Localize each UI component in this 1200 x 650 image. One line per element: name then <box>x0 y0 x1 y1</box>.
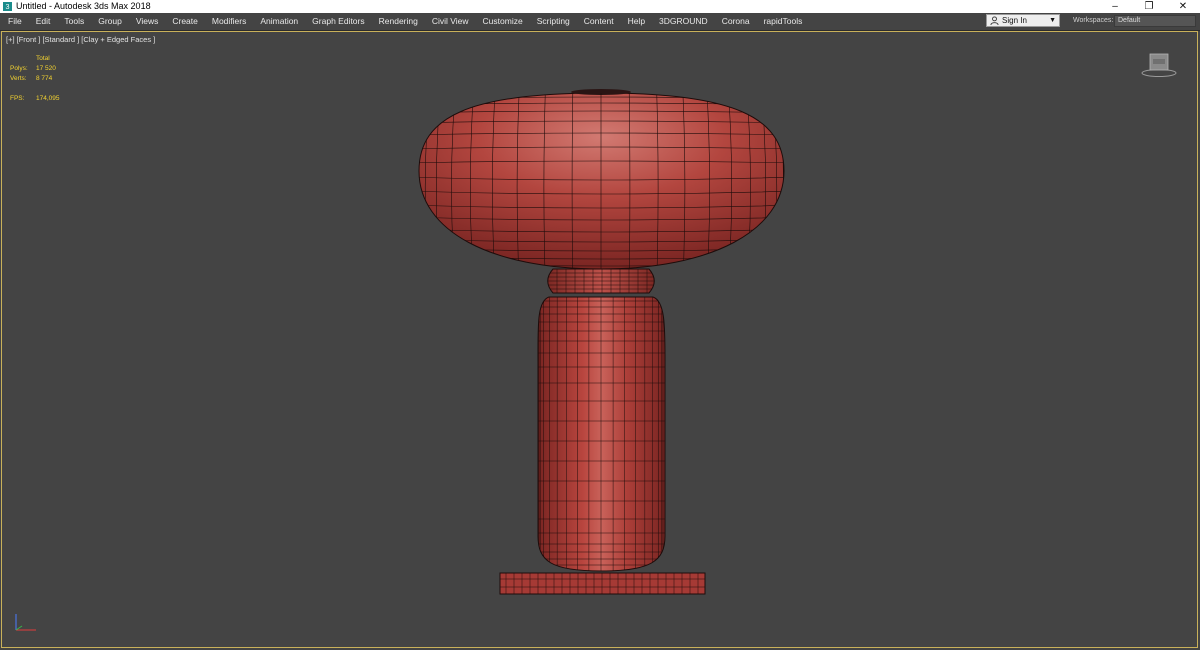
menu-civil-view[interactable]: Civil View <box>425 13 476 30</box>
viewcube-icon[interactable] <box>1141 52 1177 78</box>
sign-in-button[interactable]: Sign In ▼ <box>986 14 1060 27</box>
close-button[interactable]: ✕ <box>1166 0 1200 13</box>
menu-file[interactable]: File <box>0 13 29 30</box>
window-title: Untitled - Autodesk 3ds Max 2018 <box>16 1 151 11</box>
menu-tools[interactable]: Tools <box>57 13 91 30</box>
menu-3dground[interactable]: 3DGROUND <box>652 13 715 30</box>
fps-value: 174,095 <box>36 95 60 102</box>
workspaces-label: Workspaces: <box>1073 17 1114 24</box>
verts-label: Verts: <box>10 75 27 82</box>
minimize-button[interactable]: – <box>1098 0 1132 13</box>
menu-rapidtools[interactable]: rapidTools <box>757 13 810 30</box>
menu-animation[interactable]: Animation <box>253 13 305 30</box>
user-icon <box>990 16 999 25</box>
menu-create[interactable]: Create <box>165 13 205 30</box>
sign-in-label: Sign In <box>1002 16 1027 25</box>
svg-text:3: 3 <box>6 2 10 11</box>
menu-scripting[interactable]: Scripting <box>530 13 577 30</box>
lamp-shade <box>418 92 785 270</box>
fps-label: FPS: <box>10 95 25 102</box>
statistics-overlay: Total Polys: 17 520 Verts: 8 774 FPS: 174,0… <box>10 54 60 104</box>
polys-label: Polys: <box>10 65 28 72</box>
viewport-label[interactable]: [+] [Front ] [Standard ] [Clay + Edged F… <box>6 35 155 44</box>
front-viewport[interactable]: [+] [Front ] [Standard ] [Clay + Edged F… <box>1 31 1198 648</box>
polys-value: 17 520 <box>36 65 56 72</box>
menu-content[interactable]: Content <box>577 13 621 30</box>
workspaces-dropdown[interactable]: Default <box>1114 15 1196 27</box>
lamp-model[interactable] <box>2 32 1197 647</box>
3dsmax-app-icon: 3 <box>3 2 12 11</box>
menu-graph-editors[interactable]: Graph Editors <box>305 13 371 30</box>
menu-views[interactable]: Views <box>129 13 166 30</box>
stats-header: Total <box>36 55 50 62</box>
title-bar: 3 Untitled - Autodesk 3ds Max 2018 – ❐ ✕ <box>0 0 1200 13</box>
menu-edit[interactable]: Edit <box>29 13 58 30</box>
menu-rendering[interactable]: Rendering <box>372 13 425 30</box>
menu-corona[interactable]: Corona <box>715 13 757 30</box>
menu-help[interactable]: Help <box>621 13 652 30</box>
menu-customize[interactable]: Customize <box>476 13 530 30</box>
menu-group[interactable]: Group <box>91 13 129 30</box>
menu-modifiers[interactable]: Modifiers <box>205 13 253 30</box>
chevron-down-icon: ▼ <box>1049 17 1056 24</box>
axis-tripod-icon <box>15 614 36 631</box>
restore-button[interactable]: ❐ <box>1132 0 1166 13</box>
verts-value: 8 774 <box>36 75 53 82</box>
